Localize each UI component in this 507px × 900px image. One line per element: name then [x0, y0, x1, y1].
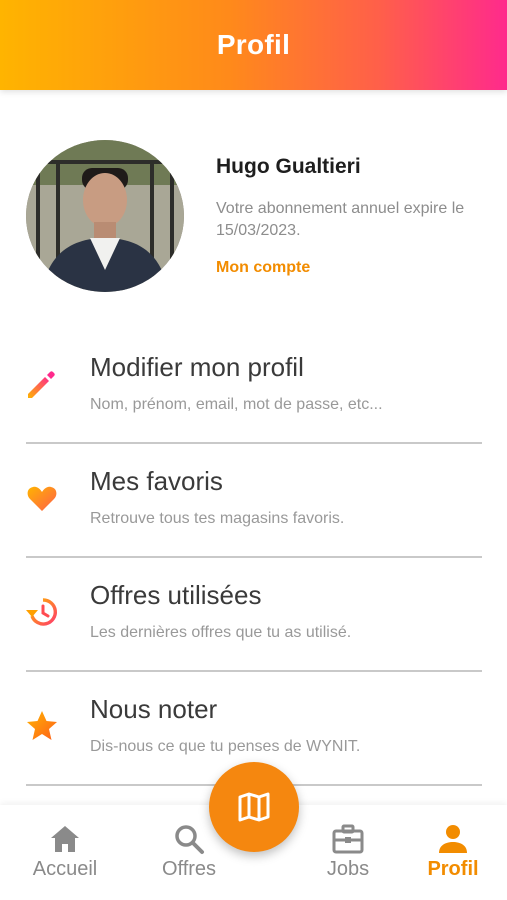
profile-card: Hugo Gualtieri Votre abonnement annuel e…	[26, 140, 486, 295]
home-icon	[48, 822, 82, 856]
menu-item-edit-profile[interactable]: Modifier mon profil Nom, prénom, email, …	[0, 330, 507, 444]
briefcase-icon	[331, 822, 365, 856]
menu-item-title: Offres utilisées	[90, 580, 262, 610]
menu-item-title: Modifier mon profil	[90, 352, 304, 382]
nav-label: Accueil	[32, 858, 98, 880]
menu-item-used-offers[interactable]: Offres utilisées Les dernières offres qu…	[0, 558, 507, 672]
search-icon	[172, 822, 206, 856]
nav-label: Profil	[427, 858, 479, 880]
person-icon	[436, 822, 470, 856]
map-icon	[238, 792, 270, 822]
subscription-status: Votre abonnement annuel expire le 15/03/…	[216, 200, 465, 239]
nav-item-home[interactable]: Accueil	[15, 805, 115, 900]
heart-icon	[24, 480, 60, 516]
avatar	[26, 140, 184, 292]
star-icon	[24, 708, 60, 744]
menu-item-description: Retrouve tous tes magasins favoris.	[90, 510, 345, 527]
nav-item-profile[interactable]: Profil	[403, 805, 503, 900]
history-icon	[24, 594, 60, 630]
nav-label: Offres	[161, 858, 217, 880]
menu-item-title: Mes favoris	[90, 466, 223, 496]
pencil-icon	[24, 366, 60, 402]
menu-item-description: Les dernières offres que tu as utilisé.	[90, 624, 352, 641]
nav-label: Jobs	[326, 858, 370, 880]
profile-name: Hugo Gualtieri	[216, 155, 361, 178]
profile-menu: Modifier mon profil Nom, prénom, email, …	[0, 330, 507, 786]
menu-item-title: Nous noter	[90, 694, 218, 724]
map-button[interactable]	[209, 762, 299, 852]
nav-item-jobs[interactable]: Jobs	[298, 805, 398, 900]
app-header: Profil	[0, 0, 507, 90]
menu-item-favorites[interactable]: Mes favoris Retrouve tous tes magasins f…	[0, 444, 507, 558]
menu-item-description: Nom, prénom, email, mot de passe, etc...	[90, 396, 383, 413]
menu-item-description: Dis-nous ce que tu penses de WYNIT.	[90, 738, 361, 755]
my-account-link[interactable]: Mon compte	[216, 259, 310, 277]
page-title: Profil	[216, 29, 291, 60]
